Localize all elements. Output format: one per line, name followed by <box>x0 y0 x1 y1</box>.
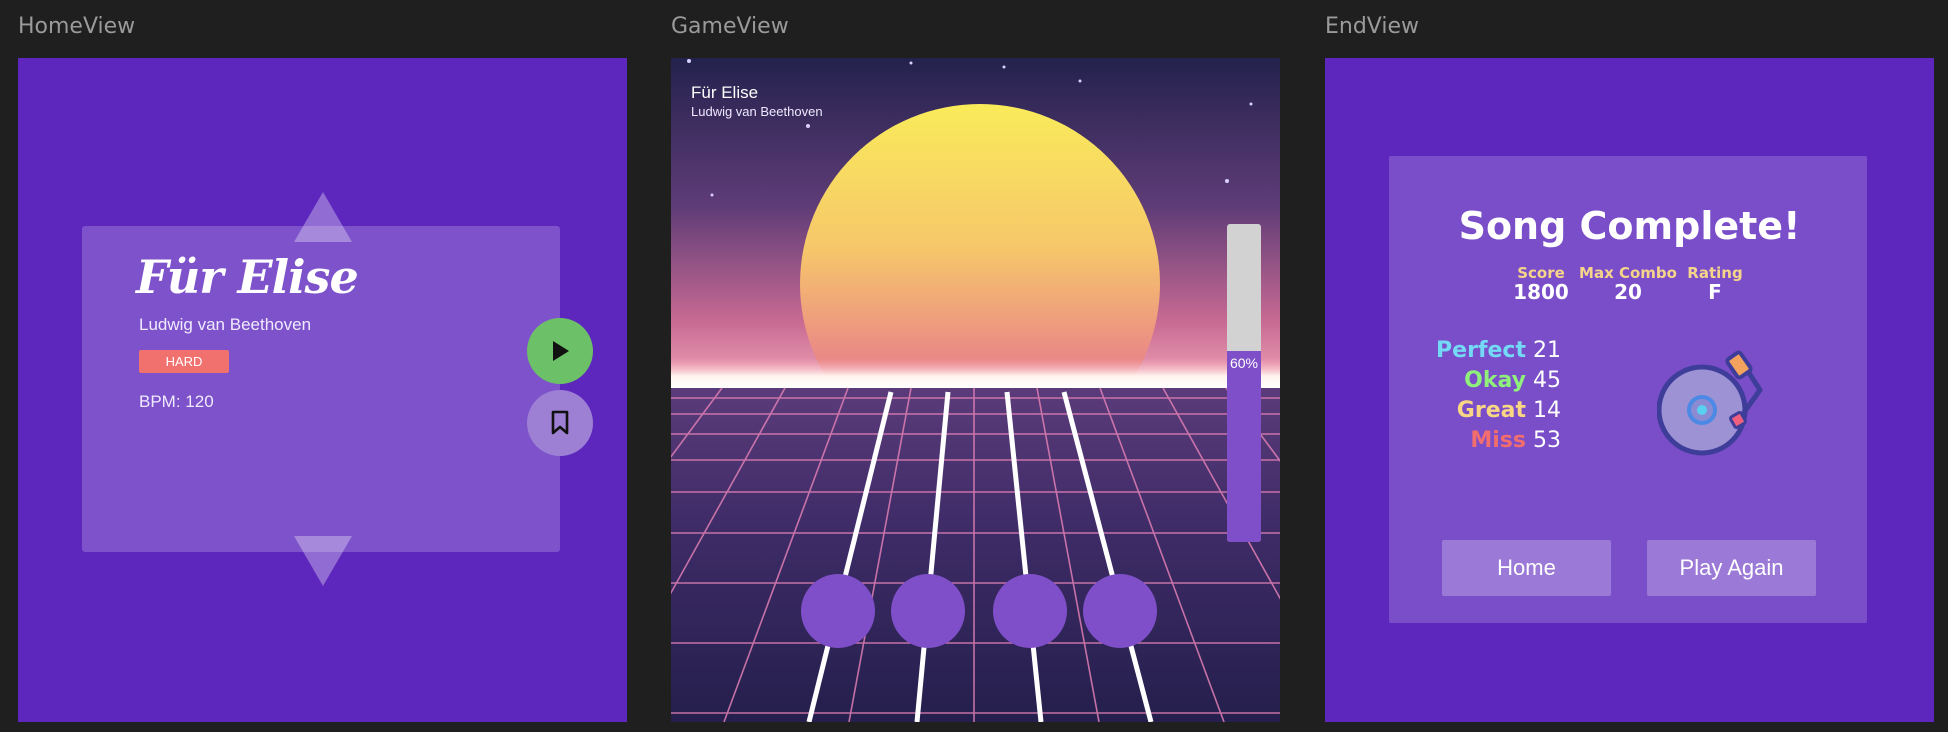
turntable-icon <box>1657 350 1763 456</box>
endview-label: EndView <box>1325 14 1420 39</box>
note-target-1 <box>801 574 875 648</box>
difficulty-badge: HARD <box>139 350 229 373</box>
judgement-count: 14 <box>1533 398 1561 423</box>
end-view-panel: Song Complete! Score 1800 Max Combo 20 R… <box>1325 58 1934 722</box>
stat-rating: Rating F <box>1655 264 1775 304</box>
play-icon <box>553 341 569 361</box>
bpm-label: BPM: 120 <box>139 392 214 411</box>
progress-label: 60% <box>1229 355 1259 371</box>
stat-value: F <box>1708 280 1722 304</box>
triangle-up-icon[interactable] <box>294 192 352 242</box>
note-target-3 <box>993 574 1067 648</box>
synthwave-background <box>671 58 1280 722</box>
judgement-label: Miss <box>1470 428 1526 453</box>
play-again-button[interactable]: Play Again <box>1647 540 1816 596</box>
song-progress-bar: 60% <box>1227 224 1261 542</box>
song-artist: Ludwig van Beethoven <box>139 315 312 334</box>
game-song-artist: Ludwig van Beethoven <box>691 104 823 119</box>
judgement-label: Great <box>1456 398 1526 423</box>
judgement-perfect: Perfect 21 <box>1436 338 1561 363</box>
game-song-title: Für Elise <box>691 83 759 102</box>
homeview-label: HomeView <box>18 14 136 39</box>
note-target-2 <box>891 574 965 648</box>
progress-fill <box>1227 351 1261 542</box>
end-title: Song Complete! <box>1458 204 1801 248</box>
triangle-down-icon[interactable] <box>294 536 352 586</box>
gameview-label: GameView <box>671 14 789 39</box>
judgement-miss: Miss 53 <box>1470 428 1561 453</box>
bookmark-icon <box>551 410 569 435</box>
home-button[interactable]: Home <box>1442 540 1611 596</box>
note-target-4 <box>1083 574 1157 648</box>
bookmark-button[interactable] <box>527 390 593 456</box>
judgement-count: 45 <box>1533 368 1561 393</box>
judgement-count: 21 <box>1533 338 1561 363</box>
judgement-label: Perfect <box>1436 338 1526 363</box>
home-view-panel: Für Elise Ludwig van Beethoven HARD BPM:… <box>18 58 627 722</box>
game-view-panel: Für Elise Ludwig van Beethoven 60% <box>671 58 1280 722</box>
judgement-label: Okay <box>1464 368 1526 393</box>
song-title: Für Elise <box>136 250 359 304</box>
play-button[interactable] <box>527 318 593 384</box>
judgement-great: Great 14 <box>1457 398 1561 423</box>
judgement-okay: Okay 45 <box>1464 368 1561 393</box>
judgement-count: 53 <box>1533 428 1561 453</box>
